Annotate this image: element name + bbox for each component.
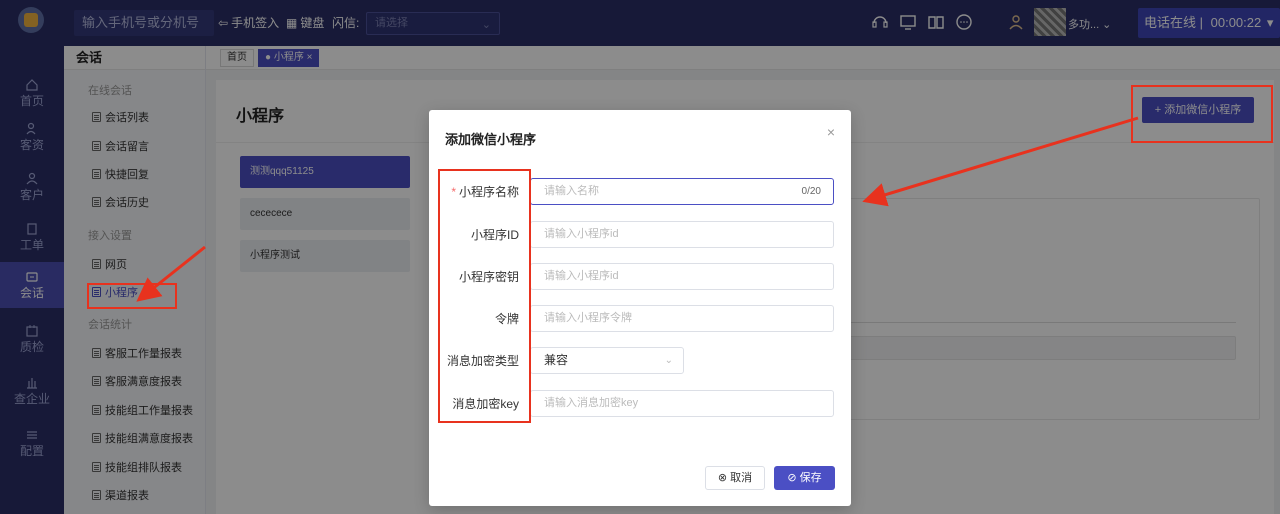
annotation-box-labels	[438, 169, 531, 423]
annotation-box-menu	[87, 283, 177, 309]
mini-program-name-input[interactable]: 请输入名称 0/20	[530, 178, 834, 205]
mini-program-id-input[interactable]: 请输入小程序id	[530, 221, 834, 248]
select-value: 兼容	[544, 353, 569, 367]
token-input[interactable]: 请输入小程序令牌	[530, 305, 834, 332]
encrypt-key-input[interactable]: 请输入消息加密key	[530, 390, 834, 417]
dialog-title: 添加微信小程序	[445, 132, 537, 147]
char-counter: 0/20	[801, 186, 821, 197]
annotation-box-add-button	[1131, 85, 1273, 143]
chevron-down-icon: ⌄	[664, 355, 673, 366]
mini-program-secret-input[interactable]: 请输入小程序id	[530, 263, 834, 290]
input-placeholder: 请输入名称	[544, 185, 599, 197]
save-button[interactable]: ⊘ 保存	[774, 466, 835, 490]
cancel-button[interactable]: ⊗ 取消	[705, 466, 765, 490]
encrypt-type-select[interactable]: 兼容 ⌄	[530, 347, 684, 374]
close-icon[interactable]: ×	[827, 124, 835, 140]
